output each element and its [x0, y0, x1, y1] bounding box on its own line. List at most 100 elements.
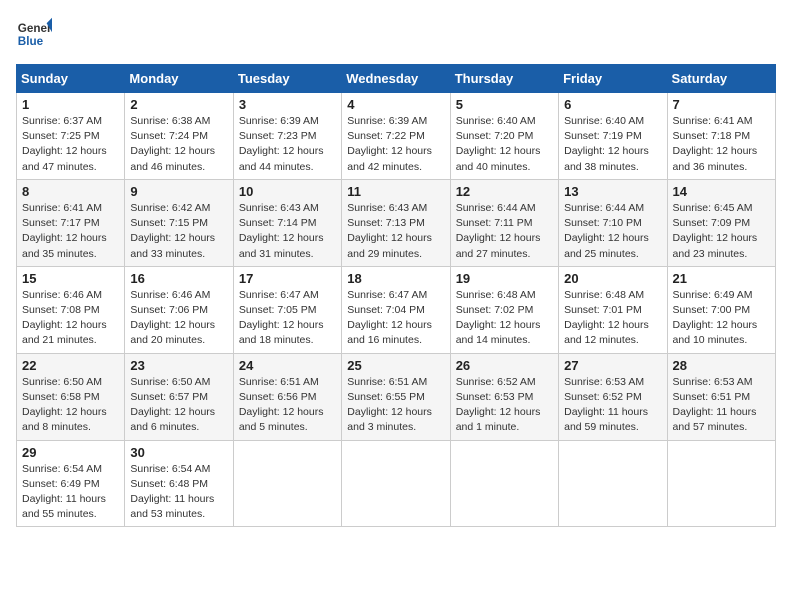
calendar-day: 29 Sunrise: 6:54 AMSunset: 6:49 PMDaylig… [17, 440, 125, 527]
calendar-day: 23 Sunrise: 6:50 AMSunset: 6:57 PMDaylig… [125, 353, 233, 440]
day-detail: Sunrise: 6:51 AMSunset: 6:56 PMDaylight:… [239, 376, 324, 434]
calendar-day: 19 Sunrise: 6:48 AMSunset: 7:02 PMDaylig… [450, 266, 558, 353]
day-detail: Sunrise: 6:40 AMSunset: 7:20 PMDaylight:… [456, 115, 541, 173]
day-detail: Sunrise: 6:45 AMSunset: 7:09 PMDaylight:… [673, 202, 758, 260]
calendar-day: 9 Sunrise: 6:42 AMSunset: 7:15 PMDayligh… [125, 179, 233, 266]
calendar-day: 14 Sunrise: 6:45 AMSunset: 7:09 PMDaylig… [667, 179, 775, 266]
day-number: 17 [239, 271, 336, 286]
calendar: SundayMondayTuesdayWednesdayThursdayFrid… [16, 64, 776, 527]
day-detail: Sunrise: 6:54 AMSunset: 6:49 PMDaylight:… [22, 463, 106, 521]
day-number: 2 [130, 97, 227, 112]
calendar-day: 27 Sunrise: 6:53 AMSunset: 6:52 PMDaylig… [559, 353, 667, 440]
calendar-day: 13 Sunrise: 6:44 AMSunset: 7:10 PMDaylig… [559, 179, 667, 266]
day-detail: Sunrise: 6:48 AMSunset: 7:01 PMDaylight:… [564, 289, 649, 347]
day-number: 9 [130, 184, 227, 199]
day-number: 3 [239, 97, 336, 112]
calendar-day: 20 Sunrise: 6:48 AMSunset: 7:01 PMDaylig… [559, 266, 667, 353]
day-detail: Sunrise: 6:48 AMSunset: 7:02 PMDaylight:… [456, 289, 541, 347]
day-detail: Sunrise: 6:43 AMSunset: 7:14 PMDaylight:… [239, 202, 324, 260]
day-detail: Sunrise: 6:50 AMSunset: 6:57 PMDaylight:… [130, 376, 215, 434]
empty-cell [342, 440, 450, 527]
day-detail: Sunrise: 6:40 AMSunset: 7:19 PMDaylight:… [564, 115, 649, 173]
day-detail: Sunrise: 6:46 AMSunset: 7:06 PMDaylight:… [130, 289, 215, 347]
day-detail: Sunrise: 6:43 AMSunset: 7:13 PMDaylight:… [347, 202, 432, 260]
calendar-day: 18 Sunrise: 6:47 AMSunset: 7:04 PMDaylig… [342, 266, 450, 353]
calendar-day: 10 Sunrise: 6:43 AMSunset: 7:14 PMDaylig… [233, 179, 341, 266]
calendar-day: 8 Sunrise: 6:41 AMSunset: 7:17 PMDayligh… [17, 179, 125, 266]
day-number: 26 [456, 358, 553, 373]
calendar-day: 28 Sunrise: 6:53 AMSunset: 6:51 PMDaylig… [667, 353, 775, 440]
calendar-day: 1 Sunrise: 6:37 AMSunset: 7:25 PMDayligh… [17, 93, 125, 180]
empty-cell [667, 440, 775, 527]
calendar-day: 12 Sunrise: 6:44 AMSunset: 7:11 PMDaylig… [450, 179, 558, 266]
empty-cell [559, 440, 667, 527]
calendar-day: 6 Sunrise: 6:40 AMSunset: 7:19 PMDayligh… [559, 93, 667, 180]
calendar-day: 16 Sunrise: 6:46 AMSunset: 7:06 PMDaylig… [125, 266, 233, 353]
calendar-day: 24 Sunrise: 6:51 AMSunset: 6:56 PMDaylig… [233, 353, 341, 440]
day-detail: Sunrise: 6:44 AMSunset: 7:10 PMDaylight:… [564, 202, 649, 260]
day-number: 11 [347, 184, 444, 199]
day-detail: Sunrise: 6:39 AMSunset: 7:23 PMDaylight:… [239, 115, 324, 173]
day-detail: Sunrise: 6:39 AMSunset: 7:22 PMDaylight:… [347, 115, 432, 173]
logo-icon: General Blue [16, 16, 52, 52]
day-number: 7 [673, 97, 770, 112]
day-detail: Sunrise: 6:37 AMSunset: 7:25 PMDaylight:… [22, 115, 107, 173]
day-detail: Sunrise: 6:53 AMSunset: 6:52 PMDaylight:… [564, 376, 648, 434]
calendar-day: 25 Sunrise: 6:51 AMSunset: 6:55 PMDaylig… [342, 353, 450, 440]
calendar-day: 21 Sunrise: 6:49 AMSunset: 7:00 PMDaylig… [667, 266, 775, 353]
weekday-header: Sunday [17, 65, 125, 93]
day-number: 14 [673, 184, 770, 199]
calendar-day: 26 Sunrise: 6:52 AMSunset: 6:53 PMDaylig… [450, 353, 558, 440]
day-number: 15 [22, 271, 119, 286]
day-number: 21 [673, 271, 770, 286]
day-number: 8 [22, 184, 119, 199]
day-detail: Sunrise: 6:47 AMSunset: 7:05 PMDaylight:… [239, 289, 324, 347]
svg-text:Blue: Blue [18, 35, 44, 48]
svg-text:General: General [18, 22, 52, 35]
day-detail: Sunrise: 6:44 AMSunset: 7:11 PMDaylight:… [456, 202, 541, 260]
weekday-header: Saturday [667, 65, 775, 93]
day-number: 18 [347, 271, 444, 286]
day-number: 20 [564, 271, 661, 286]
header: General Blue [16, 16, 776, 52]
day-detail: Sunrise: 6:47 AMSunset: 7:04 PMDaylight:… [347, 289, 432, 347]
day-detail: Sunrise: 6:49 AMSunset: 7:00 PMDaylight:… [673, 289, 758, 347]
calendar-day: 2 Sunrise: 6:38 AMSunset: 7:24 PMDayligh… [125, 93, 233, 180]
day-number: 19 [456, 271, 553, 286]
day-number: 23 [130, 358, 227, 373]
calendar-day: 15 Sunrise: 6:46 AMSunset: 7:08 PMDaylig… [17, 266, 125, 353]
day-number: 13 [564, 184, 661, 199]
day-detail: Sunrise: 6:38 AMSunset: 7:24 PMDaylight:… [130, 115, 215, 173]
day-number: 25 [347, 358, 444, 373]
day-number: 12 [456, 184, 553, 199]
day-detail: Sunrise: 6:42 AMSunset: 7:15 PMDaylight:… [130, 202, 215, 260]
day-detail: Sunrise: 6:53 AMSunset: 6:51 PMDaylight:… [673, 376, 757, 434]
calendar-day: 11 Sunrise: 6:43 AMSunset: 7:13 PMDaylig… [342, 179, 450, 266]
day-number: 6 [564, 97, 661, 112]
day-detail: Sunrise: 6:50 AMSunset: 6:58 PMDaylight:… [22, 376, 107, 434]
day-detail: Sunrise: 6:51 AMSunset: 6:55 PMDaylight:… [347, 376, 432, 434]
calendar-day: 17 Sunrise: 6:47 AMSunset: 7:05 PMDaylig… [233, 266, 341, 353]
calendar-day: 7 Sunrise: 6:41 AMSunset: 7:18 PMDayligh… [667, 93, 775, 180]
day-number: 30 [130, 445, 227, 460]
day-detail: Sunrise: 6:52 AMSunset: 6:53 PMDaylight:… [456, 376, 541, 434]
empty-cell [450, 440, 558, 527]
weekday-header: Tuesday [233, 65, 341, 93]
logo: General Blue [16, 16, 52, 52]
day-number: 24 [239, 358, 336, 373]
weekday-header: Thursday [450, 65, 558, 93]
day-detail: Sunrise: 6:41 AMSunset: 7:17 PMDaylight:… [22, 202, 107, 260]
day-number: 28 [673, 358, 770, 373]
day-detail: Sunrise: 6:41 AMSunset: 7:18 PMDaylight:… [673, 115, 758, 173]
day-number: 27 [564, 358, 661, 373]
day-number: 29 [22, 445, 119, 460]
calendar-day: 30 Sunrise: 6:54 AMSunset: 6:48 PMDaylig… [125, 440, 233, 527]
day-number: 10 [239, 184, 336, 199]
calendar-day: 22 Sunrise: 6:50 AMSunset: 6:58 PMDaylig… [17, 353, 125, 440]
weekday-header: Monday [125, 65, 233, 93]
day-detail: Sunrise: 6:46 AMSunset: 7:08 PMDaylight:… [22, 289, 107, 347]
calendar-day: 5 Sunrise: 6:40 AMSunset: 7:20 PMDayligh… [450, 93, 558, 180]
day-number: 1 [22, 97, 119, 112]
calendar-day: 3 Sunrise: 6:39 AMSunset: 7:23 PMDayligh… [233, 93, 341, 180]
day-detail: Sunrise: 6:54 AMSunset: 6:48 PMDaylight:… [130, 463, 214, 521]
